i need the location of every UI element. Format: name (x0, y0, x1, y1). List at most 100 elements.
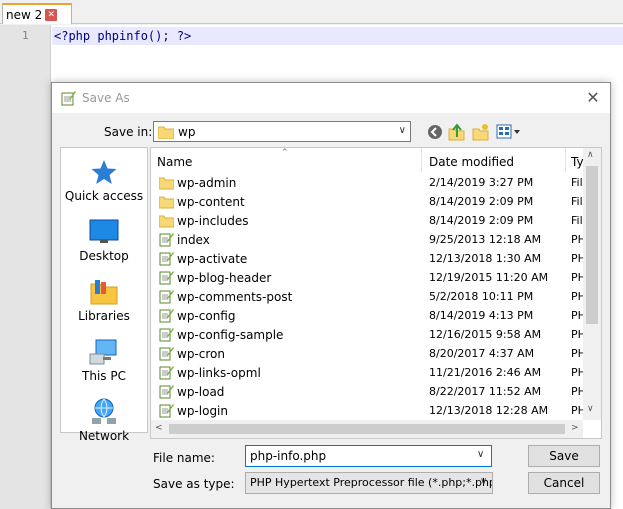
folder-icon (159, 215, 174, 228)
file-date: 12/16/2015 9:58 AM (429, 328, 542, 341)
php-file-icon (159, 271, 174, 285)
php-file-icon (159, 252, 174, 266)
column-separator[interactable] (565, 148, 566, 172)
file-date: 8/22/2017 11:52 AM (429, 385, 542, 398)
place-label: Quick access (64, 189, 144, 203)
star-icon (91, 160, 117, 184)
folder-icon (159, 177, 174, 190)
save-as-type-dropdown[interactable]: PHP Hypertext Preprocessor file (*.php;*… (245, 472, 493, 494)
line-number: 1 (22, 29, 29, 42)
php-file-icon (159, 309, 174, 323)
file-row[interactable]: wp-comments-post 5/2/2018 10:11 PM PH (151, 287, 586, 306)
place-label: Desktop (79, 249, 129, 263)
file-date: 8/20/2017 4:37 AM (429, 347, 535, 360)
column-header-date[interactable]: Date modified (429, 155, 514, 169)
file-row[interactable]: wp-load 8/22/2017 11:52 AM PH (151, 382, 586, 401)
horizontal-scrollbar[interactable]: < > (151, 420, 583, 438)
view-menu-icon[interactable] (496, 123, 522, 141)
chevron-down-icon[interactable]: ∨ (480, 476, 487, 487)
file-row[interactable]: wp-config-sample 12/16/2015 9:58 AM PH (151, 325, 586, 344)
desktop-icon (89, 219, 119, 243)
file-row[interactable]: wp-login 12/13/2018 12:28 AM PH (151, 401, 586, 420)
column-header-type[interactable]: Ty (571, 155, 584, 169)
file-name: wp-load (177, 385, 225, 399)
h-scroll-thumb[interactable] (169, 424, 565, 434)
vertical-scrollbar[interactable]: ∧ ∨ (583, 148, 601, 420)
column-header-name[interactable]: Name (157, 155, 192, 169)
computer-icon (89, 339, 117, 365)
new-folder-icon[interactable] (472, 123, 490, 141)
save-in-dropdown[interactable]: wp ∨ (153, 121, 411, 142)
scroll-up-icon[interactable]: ∧ (587, 150, 594, 160)
notepad-icon (61, 91, 76, 106)
dialog-titlebar[interactable]: Save As ✕ (52, 83, 610, 113)
file-list[interactable]: ⌃ Name Date modified Ty wp-admin 2/14/201… (150, 147, 602, 439)
scroll-left-icon[interactable]: < (155, 423, 163, 433)
php-file-icon (159, 290, 174, 304)
file-name: wp-activate (177, 252, 248, 266)
line-number-gutter: 1 (0, 25, 51, 509)
file-row[interactable]: wp-admin 2/14/2019 3:27 PM Fil (151, 173, 583, 192)
file-row[interactable]: wp-cron 8/20/2017 4:37 AM PH (151, 344, 586, 363)
file-name: wp-blog-header (177, 271, 272, 285)
chevron-down-icon[interactable]: ∨ (477, 449, 484, 460)
file-name: wp-content (177, 195, 245, 209)
libraries-icon (90, 280, 118, 305)
tab-new-2[interactable]: new 2 ✕ (2, 3, 72, 24)
file-type: Fil (571, 195, 583, 208)
php-file-icon (159, 328, 174, 342)
code-text: <?php phpinfo(); ?> (54, 29, 192, 43)
tab-close-icon[interactable]: ✕ (45, 8, 58, 21)
file-row[interactable]: wp-content 8/14/2019 2:09 PM Fil (151, 192, 583, 211)
place-label: Network (78, 429, 130, 443)
file-date: 9/25/2013 12:18 AM (429, 233, 542, 246)
save-in-value: wp (178, 124, 196, 139)
place-network[interactable]: Network (61, 398, 147, 458)
file-name: wp-includes (177, 214, 249, 228)
php-file-icon (159, 404, 174, 418)
file-name: wp-config (177, 309, 236, 323)
file-date: 12/13/2018 12:28 AM (429, 404, 549, 417)
place-desktop[interactable]: Desktop (61, 218, 147, 278)
file-type: Fil (571, 176, 583, 189)
folder-icon (159, 196, 174, 209)
file-row[interactable]: wp-config 8/14/2019 4:13 PM PH (151, 306, 586, 325)
file-name: wp-login (177, 404, 228, 418)
file-date: 8/14/2019 2:09 PM (429, 195, 534, 208)
up-folder-icon[interactable] (448, 123, 466, 141)
file-name: index (177, 233, 210, 247)
tab-label: new 2 (6, 7, 43, 22)
dialog-title: Save As (82, 91, 130, 105)
place-quick-access[interactable]: Quick access (61, 158, 147, 218)
file-date: 8/14/2019 4:13 PM (429, 309, 534, 322)
file-name: wp-cron (177, 347, 225, 361)
scroll-right-icon[interactable]: > (571, 423, 579, 433)
save-in-label: Save in: (104, 125, 153, 139)
place-this-pc[interactable]: This PC (61, 338, 147, 398)
scroll-thumb[interactable] (586, 166, 598, 324)
current-line[interactable]: <?php phpinfo(); ?> (52, 27, 623, 45)
place-label: This PC (82, 369, 126, 383)
save-as-dialog: Save As ✕ Save in: wp ∨ Quick access Des… (51, 82, 611, 509)
cancel-button[interactable]: Cancel (528, 472, 600, 494)
save-button[interactable]: Save (528, 445, 600, 467)
file-row[interactable]: wp-blog-header 12/19/2015 11:20 AM PH (151, 268, 586, 287)
file-row[interactable]: wp-activate 12/13/2018 1:30 AM PH (151, 249, 586, 268)
scroll-down-icon[interactable]: ∨ (587, 404, 594, 414)
file-date: 2/14/2019 3:27 PM (429, 176, 534, 189)
file-row[interactable]: wp-links-opml 11/21/2016 2:46 AM PH (151, 363, 586, 382)
place-label: Libraries (78, 309, 130, 323)
save-as-type-label: Save as type: (153, 477, 235, 491)
file-name: wp-links-opml (177, 366, 261, 380)
close-icon[interactable]: ✕ (582, 87, 604, 109)
file-name-input[interactable] (245, 445, 492, 467)
file-row[interactable]: index 9/25/2013 12:18 AM PH (151, 230, 586, 249)
php-file-icon (159, 233, 174, 247)
back-icon[interactable] (426, 123, 444, 141)
column-separator[interactable] (421, 148, 422, 172)
chevron-down-icon: ∨ (398, 125, 406, 136)
php-file-icon (159, 347, 174, 361)
folder-icon (158, 126, 174, 139)
file-row[interactable]: wp-includes 8/14/2019 2:09 PM Fil (151, 211, 583, 230)
place-libraries[interactable]: Libraries (61, 278, 147, 338)
